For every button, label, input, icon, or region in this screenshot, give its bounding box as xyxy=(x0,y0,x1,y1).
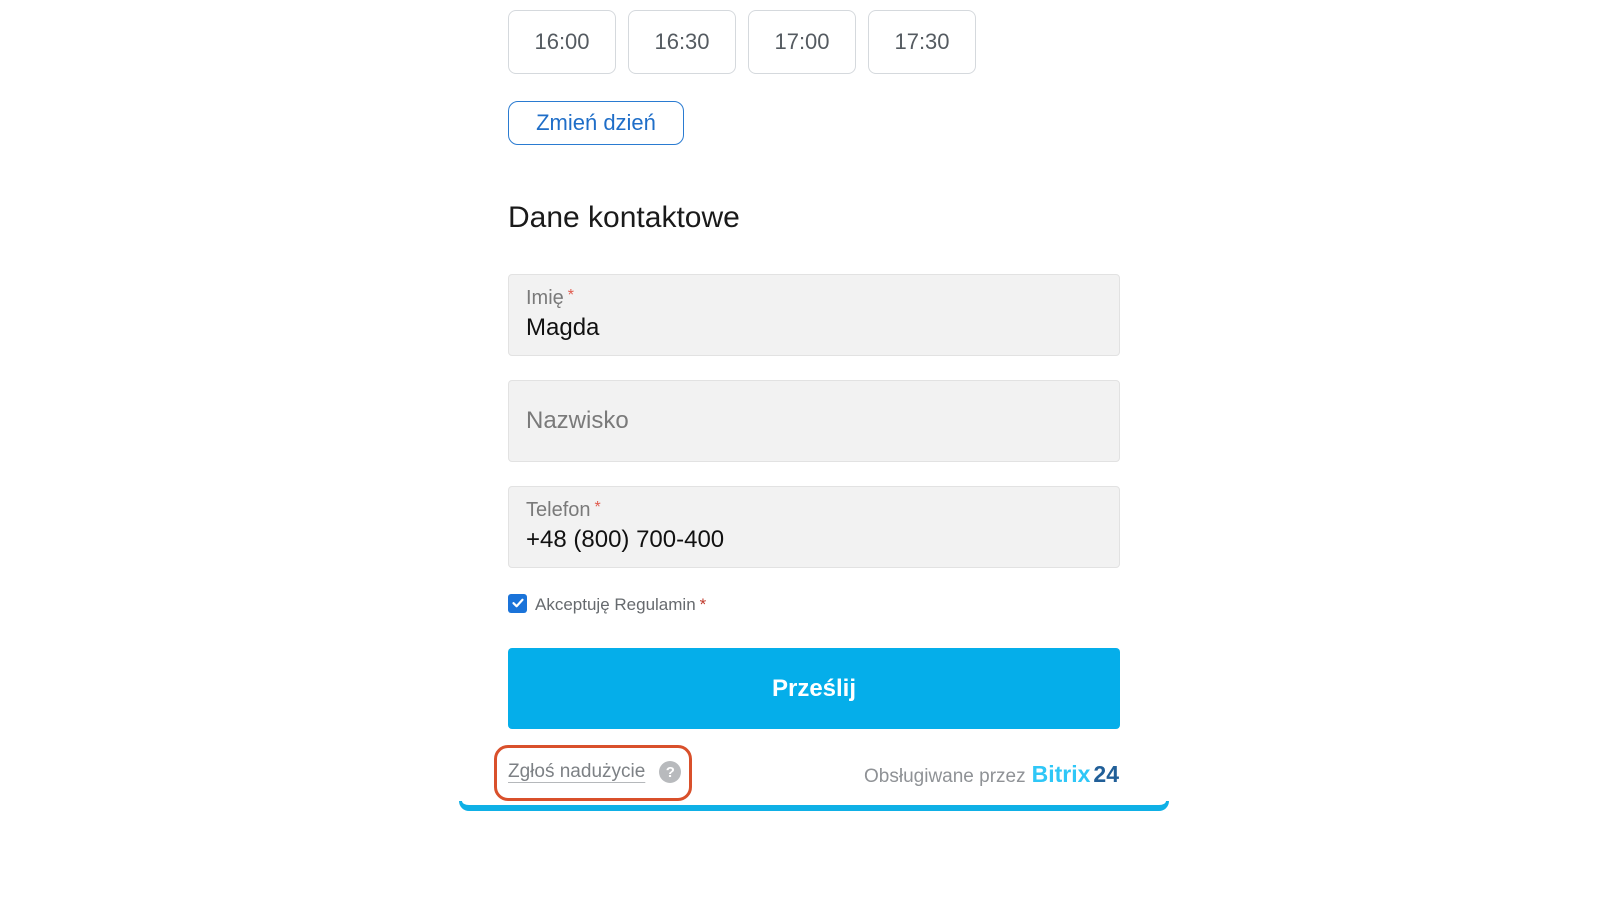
required-mark: * xyxy=(699,595,707,614)
required-mark: * xyxy=(567,287,575,304)
terms-consent: Akceptuję Regulamin * xyxy=(508,591,706,615)
time-slot-list: 16:00 16:30 17:00 17:30 xyxy=(508,10,976,74)
terms-checkbox[interactable] xyxy=(508,593,527,613)
phone-field[interactable]: Telefon * +48 (800) 700-400 xyxy=(508,486,1120,568)
required-mark: * xyxy=(594,499,601,516)
first-name-label: Imię * xyxy=(526,287,575,309)
powered-by: Obsługiwane przez Bitrix 24 xyxy=(864,761,1119,788)
form-bottom-border xyxy=(459,801,1169,811)
contact-section-title: Dane kontaktowe xyxy=(508,201,740,234)
terms-label: Akceptuję Regulamin * xyxy=(535,595,707,614)
first-name-value: Magda xyxy=(526,314,600,341)
first-name-field[interactable]: Imię * Magda xyxy=(508,274,1120,356)
time-slot-1700[interactable]: 17:00 xyxy=(748,10,856,74)
phone-value: +48 (800) 700-400 xyxy=(526,526,725,553)
booking-form-page: 16:00 16:30 17:00 17:30 Zmień dzień Dane… xyxy=(0,0,1616,915)
time-slot-1730[interactable]: 17:30 xyxy=(868,10,976,74)
time-slot-1630[interactable]: 16:30 xyxy=(628,10,736,74)
powered-by-text: Obsługiwane przez xyxy=(864,766,1026,787)
change-day-button[interactable]: Zmień dzień xyxy=(508,101,684,145)
submit-button[interactable]: Prześlij xyxy=(508,648,1120,729)
time-slot-1600[interactable]: 16:00 xyxy=(508,10,616,74)
report-abuse: Zgłoś nadużycie ? xyxy=(508,761,682,783)
report-abuse-link[interactable]: Zgłoś nadużycie xyxy=(508,761,645,783)
bitrix24-logo[interactable]: Bitrix 24 xyxy=(1032,761,1119,788)
last-name-placeholder: Nazwisko xyxy=(526,407,629,434)
help-icon[interactable]: ? xyxy=(659,761,682,783)
phone-label: Telefon * xyxy=(526,499,601,521)
check-icon xyxy=(511,598,524,608)
last-name-field[interactable]: Nazwisko xyxy=(508,380,1120,462)
